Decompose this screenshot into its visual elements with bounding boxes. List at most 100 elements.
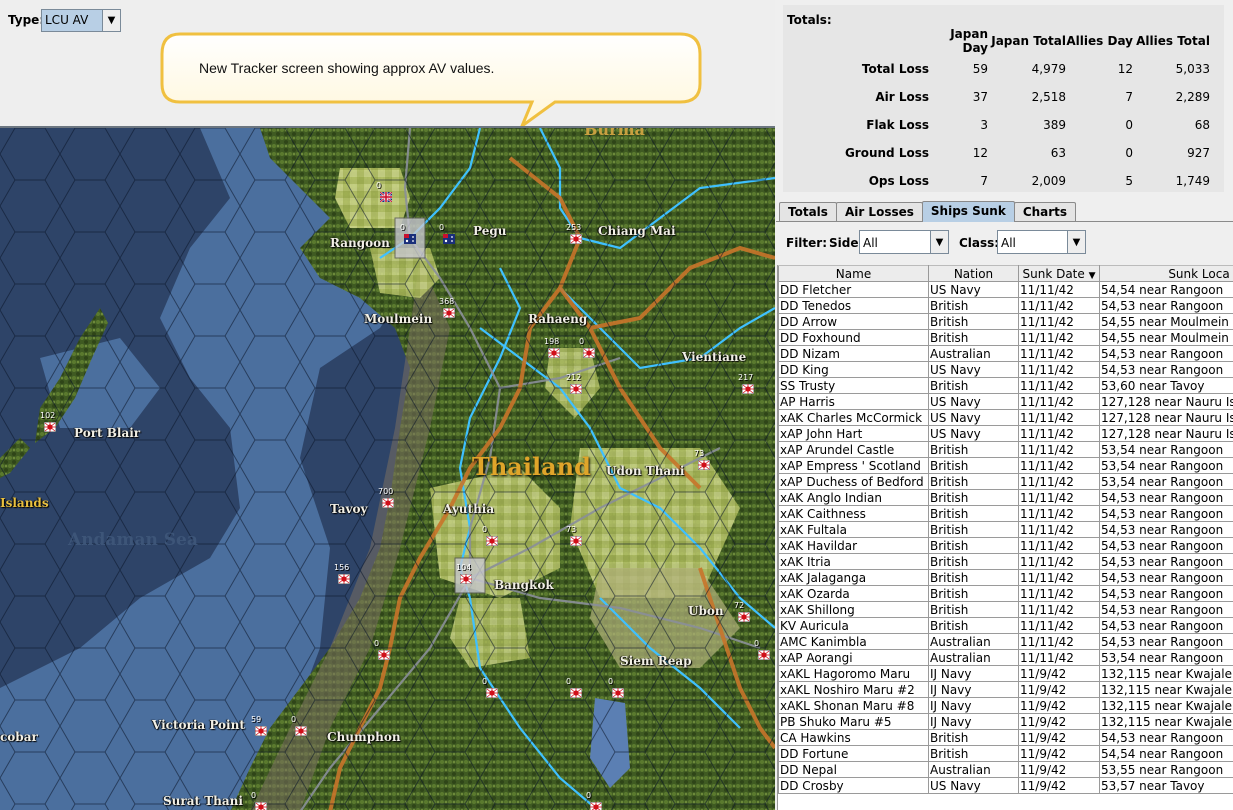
table-row[interactable]: xAK Anglo Indian British 11/11/42 54,53 nea… [778, 489, 1233, 506]
table-row[interactable]: xAK Charles McCormick US Navy 11/11/42 127,… [778, 409, 1233, 426]
table-row[interactable]: DD Foxhound British 11/11/42 54,55 near Mou… [778, 329, 1233, 346]
ship-name-cell: xAK Shillong [778, 601, 929, 618]
australia-unit-flag-icon[interactable] [404, 234, 416, 244]
totals-cell: 2,009 [1031, 174, 1066, 188]
table-row[interactable]: xAP John Hart US Navy 11/11/42 127,128 near… [778, 425, 1233, 442]
table-row[interactable]: CA Hawkins British 11/9/42 54,53 near Rango… [778, 729, 1233, 746]
map-country-label: Thailand [472, 452, 591, 481]
tab-totals[interactable]: Totals [779, 202, 837, 221]
japan-unit-flag-icon[interactable] [378, 650, 390, 660]
japan-unit-flag-icon[interactable] [570, 384, 582, 394]
tab-label: Charts [1022, 205, 1068, 219]
japan-unit-flag-icon[interactable] [338, 574, 350, 584]
totals-header [783, 27, 929, 55]
column-header-sunk-location[interactable]: Sunk Loca [1099, 265, 1233, 282]
table-row[interactable]: PB Shuko Maru #5 IJ Navy 11/9/42 132,115 ne… [778, 713, 1233, 730]
column-header-name[interactable]: Name [778, 265, 929, 282]
game-map[interactable]: Rangoon Pegu Chiang Mai Moulmein Rahaeng… [0, 126, 775, 810]
class-dropdown[interactable]: All ▼ [997, 230, 1086, 254]
table-row[interactable]: DD King US Navy 11/11/42 54,53 near Rangoon [778, 361, 1233, 378]
japan-unit-flag-icon[interactable] [382, 498, 394, 508]
ship-sunk-location-cell: 54,53 near Rangoon [1099, 601, 1233, 618]
column-header-nation[interactable]: Nation [928, 265, 1019, 282]
totals-cell: 3 [980, 118, 988, 132]
column-header-sunk-date[interactable]: Sunk Date ▼ [1018, 265, 1100, 282]
japan-unit-flag-icon[interactable] [443, 308, 455, 318]
table-row[interactable]: xAP Duchess of Bedford British 11/11/42 53,… [778, 473, 1233, 490]
table-row[interactable]: xAK Jalaganga British 11/11/42 54,53 near R… [778, 569, 1233, 586]
japan-unit-flag-icon[interactable] [548, 348, 560, 358]
table-row[interactable]: SS Trusty British 11/11/42 53,60 near Tavoy [778, 377, 1233, 394]
table-row[interactable]: DD Nizam Australian 11/11/42 54,53 near Ran… [778, 345, 1233, 362]
table-row[interactable]: DD Crosby US Navy 11/9/42 53,57 near Tavoy [778, 777, 1233, 794]
japan-unit-flag-icon[interactable] [460, 574, 472, 584]
japan-unit-flag-icon[interactable] [255, 802, 267, 810]
table-row[interactable]: xAKL Shonan Maru #8 IJ Navy 11/9/42 132,115… [778, 697, 1233, 714]
japan-unit-flag-icon[interactable] [570, 688, 582, 698]
table-row[interactable]: DD Arrow British 11/11/42 54,55 near Moulme… [778, 313, 1233, 330]
totals-row: Ops Loss 7 2,009 5 1,749 [783, 167, 1210, 195]
table-row[interactable]: KV Auricula British 11/11/42 54,53 near Ran… [778, 617, 1233, 634]
japan-unit-flag-icon[interactable] [590, 802, 602, 810]
ship-sunk-date-cell: 11/9/42 [1018, 681, 1100, 698]
table-row[interactable]: DD Nepal Australian 11/9/42 53,55 near Rang… [778, 761, 1233, 778]
chevron-down-icon[interactable]: ▼ [930, 231, 948, 253]
tab-ships-sunk[interactable]: Ships Sunk [921, 201, 1015, 222]
table-row[interactable]: xAK Caithness British 11/11/42 54,53 near R… [778, 505, 1233, 522]
japan-unit-flag-icon[interactable] [295, 726, 307, 736]
japan-unit-flag-icon[interactable] [583, 348, 595, 358]
japan-unit-flag-icon[interactable] [570, 234, 582, 244]
table-row[interactable]: xAK Havildar British 11/11/42 54,53 near Ra… [778, 537, 1233, 554]
ship-nation-cell: US Navy [928, 361, 1019, 378]
japan-unit-flag-icon[interactable] [570, 536, 582, 546]
table-row[interactable]: xAK Shillong British 11/11/42 54,53 near Ra… [778, 601, 1233, 618]
ship-sunk-date-cell: 11/11/42 [1018, 457, 1100, 474]
australia-unit-flag-icon[interactable] [443, 234, 455, 244]
table-row[interactable]: xAK Ozarda British 11/11/42 54,53 near Rang… [778, 585, 1233, 602]
table-row[interactable]: xAK Fultala British 11/11/42 54,53 near Ran… [778, 521, 1233, 538]
uk-unit-flag-icon[interactable] [380, 192, 392, 202]
ship-sunk-date-cell: 11/11/42 [1018, 393, 1100, 410]
map-place-label: Moulmein [364, 312, 433, 326]
japan-unit-flag-icon[interactable] [738, 612, 750, 622]
chevron-down-icon[interactable]: ▼ [1067, 231, 1085, 253]
unit-av-value: 0 [754, 639, 760, 648]
table-row[interactable]: DD Fletcher US Navy 11/11/42 54,54 near Ran… [778, 281, 1233, 298]
tab-air-losses[interactable]: Air Losses [835, 202, 923, 221]
ship-sunk-date-cell: 11/11/42 [1018, 409, 1100, 426]
map-place-label: Islands [0, 496, 49, 510]
table-row[interactable]: DD Fortune British 11/9/42 54,54 near Rango… [778, 745, 1233, 762]
japan-unit-flag-icon[interactable] [486, 536, 498, 546]
table-row[interactable]: xAP Empress ' Scotland British 11/11/42 53,… [778, 457, 1233, 474]
type-dropdown[interactable]: LCU AV ▼ [41, 9, 121, 32]
ship-nation-cell: British [928, 473, 1019, 490]
japan-unit-flag-icon[interactable] [698, 460, 710, 470]
table-row[interactable]: AMC Kanimbla Australian 11/11/42 54,53 near… [778, 633, 1233, 650]
table-row[interactable]: DD Tenedos British 11/11/42 54,53 near Rang… [778, 297, 1233, 314]
table-row[interactable]: xAP Arundel Castle British 11/11/42 53,54 n… [778, 441, 1233, 458]
japan-unit-flag-icon[interactable] [758, 650, 770, 660]
side-dropdown[interactable]: All ▼ [859, 230, 949, 254]
totals-panel: Totals: Japan Day Japan Total Allies Day… [783, 5, 1224, 192]
table-row[interactable]: xAK Itria British 11/11/42 54,53 near Rango… [778, 553, 1233, 570]
map-place-label: Rahaeng [528, 312, 588, 326]
table-row[interactable]: xAKL Hagoromo Maru IJ Navy 11/9/42 132,115 … [778, 665, 1233, 682]
table-row[interactable]: xAKL Noshiro Maru #2 IJ Navy 11/9/42 132,11… [778, 681, 1233, 698]
table-row[interactable]: AP Harris US Navy 11/11/42 127,128 near Nau… [778, 393, 1233, 410]
japan-unit-flag-icon[interactable] [44, 422, 56, 432]
ship-nation-cell: Australian [928, 633, 1019, 650]
ships-sunk-table[interactable]: Name Nation Sunk Date ▼ Sunk Loca DD Fle… [777, 265, 1233, 810]
japan-unit-flag-icon[interactable] [255, 726, 267, 736]
table-row[interactable]: xAP Aorangi Australian 11/11/42 53,54 near … [778, 649, 1233, 666]
japan-unit-flag-icon[interactable] [742, 384, 754, 394]
japan-unit-flag-icon[interactable] [486, 688, 498, 698]
tab-charts[interactable]: Charts [1013, 202, 1077, 221]
ship-sunk-date-cell: 11/11/42 [1018, 425, 1100, 442]
unit-av-value: 73 [694, 449, 705, 458]
unit-av-value: 0 [439, 223, 445, 232]
japan-unit-flag-icon[interactable] [612, 688, 624, 698]
ship-nation-cell: British [928, 377, 1019, 394]
ship-name-cell: xAK Fultala [778, 521, 929, 538]
ship-nation-cell: British [928, 617, 1019, 634]
chevron-down-icon[interactable]: ▼ [102, 10, 120, 31]
